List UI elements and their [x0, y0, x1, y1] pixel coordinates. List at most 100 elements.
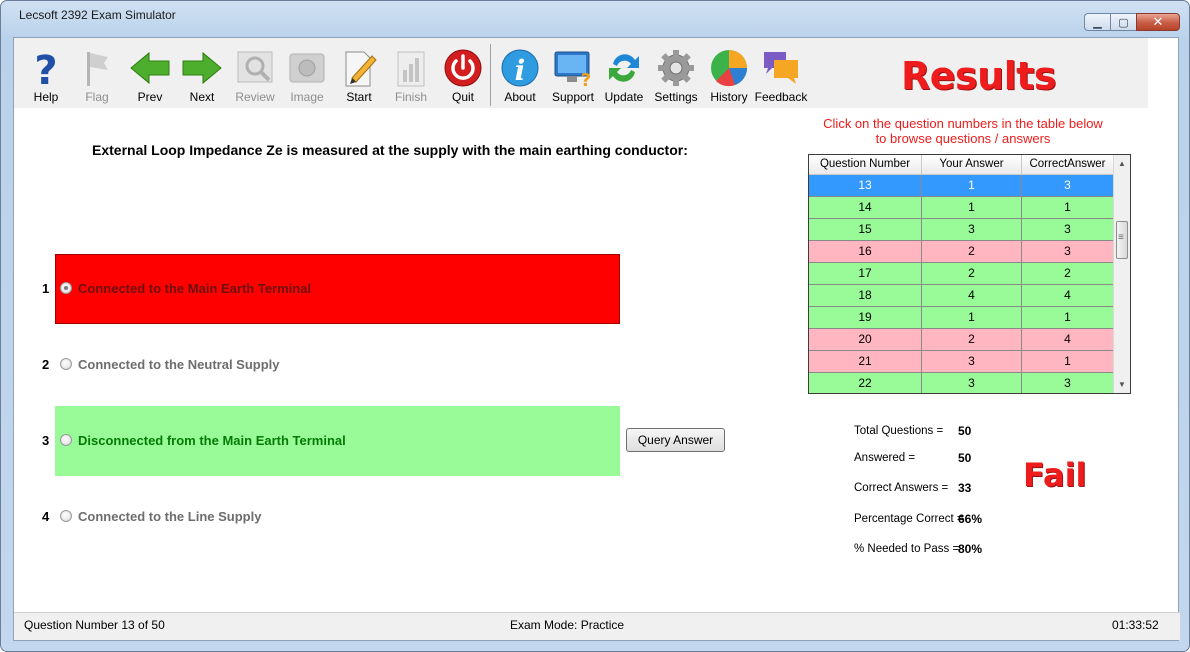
cell-your-answer: 1 [922, 307, 1022, 329]
cell-your-answer: 1 [922, 175, 1022, 197]
answer-radio[interactable] [60, 510, 72, 522]
answer-number: 1 [42, 281, 50, 296]
help-icon: ? [34, 48, 57, 88]
arrow-right-icon [182, 51, 222, 85]
percentage-correct-value: 66% [958, 512, 983, 526]
history-button[interactable]: History [703, 48, 755, 106]
cell-question-number: 18 [809, 285, 922, 307]
table-row[interactable]: 21 3 1 [809, 351, 1114, 373]
header-question-number[interactable]: Question Number [809, 155, 922, 174]
table-row[interactable]: 22 3 3 [809, 373, 1114, 393]
cell-correct-answer: 2 [1022, 263, 1114, 285]
answer-option-4[interactable]: 4 Connected to the Line Supply [38, 482, 658, 550]
header-your-answer[interactable]: Your Answer [922, 155, 1022, 174]
feedback-label: Feedback [754, 90, 808, 104]
header-correct-answer[interactable]: CorrectAnswer [1022, 155, 1114, 174]
cell-your-answer: 2 [922, 241, 1022, 263]
cell-question-number: 14 [809, 197, 922, 219]
answer-number: 3 [42, 433, 50, 448]
cell-your-answer: 2 [922, 329, 1022, 351]
table-scrollbar[interactable]: ▲ ▼ [1113, 155, 1130, 393]
cell-correct-answer: 1 [1022, 197, 1114, 219]
update-icon [609, 54, 639, 82]
needed-to-pass-value: 80% [958, 542, 983, 556]
status-question-number: Question Number 13 of 50 [24, 618, 165, 632]
status-timer: 01:33:52 [1112, 618, 1159, 632]
answered-label: Answered = [854, 452, 916, 464]
hint-line-2: to browse questions / answers [875, 131, 1051, 146]
answer-number: 2 [42, 357, 50, 372]
answer-radio[interactable] [60, 358, 72, 370]
answer-radio[interactable] [60, 282, 72, 294]
cell-question-number: 21 [809, 351, 922, 373]
cell-your-answer: 2 [922, 263, 1022, 285]
table-header: Question Number Your Answer CorrectAnswe… [809, 155, 1114, 175]
answer-number: 4 [42, 509, 50, 524]
query-answer-button[interactable]: Query Answer [626, 428, 725, 452]
quit-button[interactable]: Quit [437, 48, 489, 106]
cell-correct-answer: 4 [1022, 285, 1114, 307]
correct-answers-value: 33 [958, 481, 972, 495]
cell-correct-answer: 1 [1022, 307, 1114, 329]
cell-correct-answer: 3 [1022, 241, 1114, 263]
table-row[interactable]: 13 1 3 [809, 175, 1114, 197]
table-row[interactable]: 16 2 3 [809, 241, 1114, 263]
table-row[interactable]: 17 2 2 [809, 263, 1114, 285]
answer-text: Connected to the Neutral Supply [78, 357, 280, 372]
start-icon [345, 51, 377, 87]
next-button[interactable]: Next [176, 48, 228, 106]
feedback-button[interactable]: Feedback [755, 48, 807, 106]
percentage-correct-label: Percentage Correct = [854, 513, 964, 525]
maximize-button[interactable]: ▢ [1110, 13, 1136, 31]
answer-option-3[interactable]: 3 Disconnected from the Main Earth Termi… [38, 406, 658, 476]
image-button[interactable]: Image [281, 48, 333, 106]
minimize-button[interactable]: ▁ [1084, 13, 1110, 31]
table-hint: Click on the question numbers in the tab… [808, 116, 1118, 146]
table-row[interactable]: 20 2 4 [809, 329, 1114, 351]
status-bar: Question Number 13 of 50 Exam Mode: Prac… [14, 612, 1180, 640]
answer-option-1[interactable]: 1 Connected to the Main Earth Terminal [38, 254, 658, 324]
prev-button[interactable]: Prev [124, 48, 176, 106]
cell-correct-answer: 4 [1022, 329, 1114, 351]
chat-icon [764, 52, 798, 84]
close-button[interactable]: ✕ [1136, 13, 1180, 31]
table-row[interactable]: 15 3 3 [809, 219, 1114, 241]
scroll-thumb[interactable] [1116, 221, 1128, 259]
info-icon: i [501, 49, 539, 87]
review-icon [237, 51, 273, 83]
answer-option-2[interactable]: 2 Connected to the Neutral Supply [38, 330, 658, 398]
cell-your-answer: 3 [922, 219, 1022, 241]
client-area: ? Help Flag Prev Next Review Image Start… [13, 37, 1180, 641]
cell-your-answer: 1 [922, 197, 1022, 219]
app-window: Lecsoft 2392 Exam Simulator ▁ ▢ ✕ ? Help [0, 0, 1190, 652]
start-button[interactable]: Start [333, 48, 385, 106]
total-questions-value: 50 [958, 424, 972, 438]
scroll-up-icon[interactable]: ▲ [1114, 155, 1130, 172]
scroll-down-icon[interactable]: ▼ [1114, 376, 1130, 393]
results-table: Question Number Your Answer CorrectAnswe… [808, 154, 1131, 394]
finish-button[interactable]: Finish [385, 48, 437, 106]
needed-to-pass-label: % Needed to Pass = [854, 543, 960, 555]
cell-your-answer: 4 [922, 285, 1022, 307]
flag-button[interactable]: Flag [71, 48, 123, 106]
cell-question-number: 20 [809, 329, 922, 351]
update-button[interactable]: Update [598, 48, 650, 106]
hint-line-1: Click on the question numbers in the tab… [823, 116, 1103, 131]
power-icon [444, 49, 482, 87]
review-button[interactable]: Review [229, 48, 281, 106]
cell-your-answer: 3 [922, 351, 1022, 373]
table-row[interactable]: 14 1 1 [809, 197, 1114, 219]
about-button[interactable]: i About [494, 48, 546, 106]
settings-button[interactable]: Settings [650, 48, 702, 106]
table-row[interactable]: 19 1 1 [809, 307, 1114, 329]
image-icon [289, 53, 325, 83]
cell-correct-answer: 3 [1022, 175, 1114, 197]
table-row[interactable]: 18 4 4 [809, 285, 1114, 307]
cell-correct-answer: 3 [1022, 219, 1114, 241]
svg-text:?: ? [581, 70, 591, 88]
answer-radio[interactable] [60, 434, 72, 446]
svg-text:?: ? [34, 48, 57, 88]
answer-text: Connected to the Line Supply [78, 509, 262, 524]
cell-correct-answer: 3 [1022, 373, 1114, 393]
answered-value: 50 [958, 451, 972, 465]
